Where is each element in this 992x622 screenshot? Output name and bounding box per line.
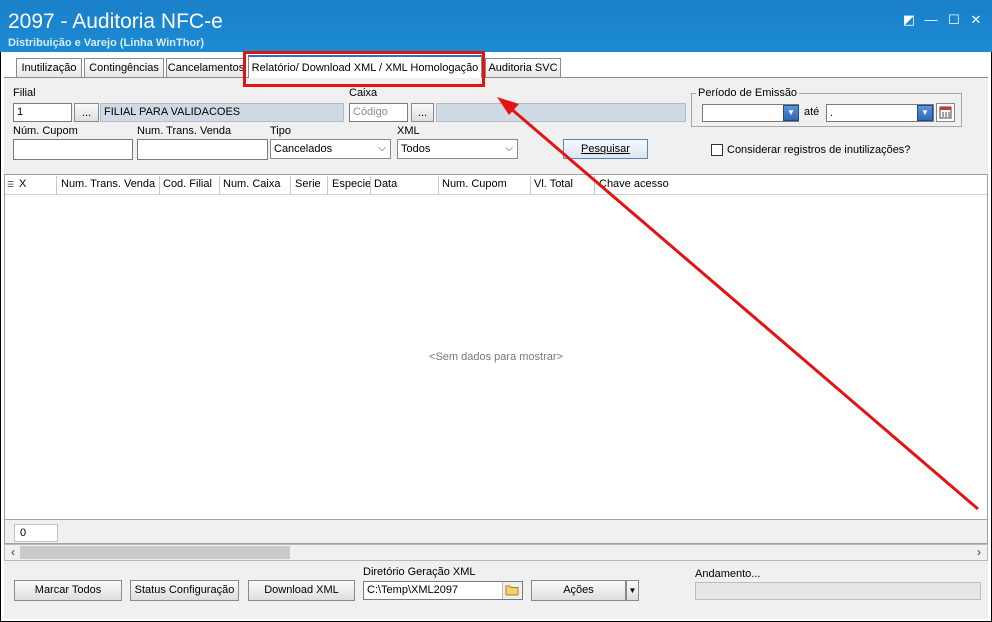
considerar-label: Considerar registros de inutilizações? [727,144,911,156]
tipo-select[interactable]: Cancelados ⌵ [270,139,391,159]
filial-label: Filial [13,87,36,99]
scroll-right-icon[interactable]: › [971,544,987,561]
highlight-box [243,51,485,87]
col-separator [370,176,371,194]
scroll-left-icon[interactable]: ‹ [5,544,21,561]
col-especie[interactable]: Especie [332,178,371,190]
filial-lookup-button[interactable]: ... [74,103,99,122]
tipo-selected: Cancelados [274,143,333,155]
acoes-button[interactable]: Ações [531,580,626,601]
xml-select[interactable]: Todos ⌵ [397,139,518,159]
col-separator [530,176,531,194]
marcar-todos-button[interactable]: Marcar Todos [14,580,122,601]
diretorio-label: Diretório Geração XML [363,566,476,578]
num-cupom-label: Núm. Cupom [13,125,78,137]
minimize-icon[interactable]: — [922,11,940,29]
filial-code-input[interactable]: 1 [13,103,72,122]
col-serie[interactable]: Serie [295,178,321,190]
periodo-end-dropdown-icon[interactable]: ▼ [917,105,933,121]
tab-contingencias[interactable]: Contingências [84,58,164,77]
considerar-checkbox[interactable] [711,144,723,156]
caixa-lookup-button[interactable]: ... [411,103,434,122]
tab-cancelamentos[interactable]: Cancelamentos [166,58,246,77]
col-x[interactable]: X [19,178,26,190]
num-trans-venda-input[interactable] [137,139,268,160]
col-separator [327,176,328,194]
grid-footer [4,520,988,544]
close-icon[interactable]: ✕ [967,11,985,29]
col-data[interactable]: Data [374,178,397,190]
chevron-down-icon: ⌵ [378,143,386,154]
periodo-separator: até [804,106,820,118]
xml-label: XML [397,125,420,137]
folder-icon[interactable] [502,582,522,599]
grid-empty-message: <Sem dados para mostrar> [429,351,563,363]
col-separator [56,176,57,194]
chevron-down-icon: ⌵ [505,143,513,154]
num-cupom-input[interactable] [13,139,133,160]
window-title: 2097 - Auditoria NFC-e [8,10,223,33]
restore-icon[interactable]: ◩ [900,11,918,29]
calendar-icon[interactable] [936,103,955,122]
col-separator [438,176,439,194]
results-grid [4,174,988,520]
grid-footer-count: 0 [14,524,58,542]
caixa-description [436,103,686,122]
col-num-cupom[interactable]: Num. Cupom [442,178,507,190]
column-chooser-icon[interactable]: ☰ [7,180,14,189]
col-num-caixa[interactable]: Num. Caixa [223,178,280,190]
acoes-dropdown-icon[interactable]: ▼ [626,580,639,601]
periodo-label: Período de Emissão [696,87,800,99]
caixa-code-input[interactable]: Código [349,103,408,122]
col-separator [290,176,291,194]
diretorio-input[interactable]: C:\Temp\XML2097 [363,581,523,600]
window-subtitle: Distribuição e Varejo (Linha WinThor) [8,37,205,49]
caixa-label: Caixa [349,87,378,99]
col-separator [219,176,220,194]
tipo-label: Tipo [270,125,291,137]
andamento-label: Andamento... [695,568,761,580]
col-chave-acesso[interactable]: Chave acesso [599,178,669,190]
xml-selected: Todos [401,143,431,155]
pesquisar-button[interactable]: Pesquisar [563,139,648,159]
scrollbar-thumb[interactable] [20,546,290,559]
col-num-trans-venda[interactable]: Num. Trans. Venda [61,178,155,190]
col-separator [594,176,595,194]
col-separator [159,176,160,194]
download-xml-button[interactable]: Download XML [248,580,355,601]
status-configuracao-button[interactable]: Status Configuração [130,580,239,601]
periodo-start-dropdown-icon[interactable]: ▼ [783,105,799,121]
tab-auditoria-svc[interactable]: Auditoria SVC [485,58,561,77]
col-vl-total[interactable]: Vl. Total [534,178,573,190]
tab-inutilizacao[interactable]: Inutilização [16,58,82,77]
andamento-progress [695,582,981,600]
num-trans-venda-label: Num. Trans. Venda [137,125,232,137]
col-cod-filial[interactable]: Cod. Filial [163,178,212,190]
maximize-icon[interactable]: ☐ [945,11,963,29]
filial-description: FILIAL PARA VALIDACOES [100,103,344,122]
